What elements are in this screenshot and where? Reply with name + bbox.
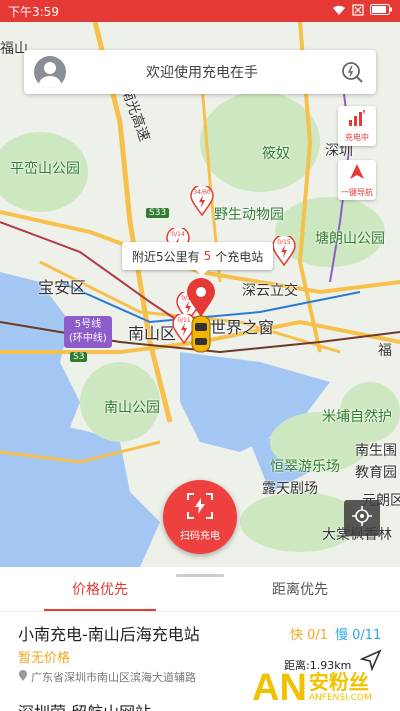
map-label: 南山区	[128, 324, 177, 343]
location-marker-icon	[18, 669, 28, 685]
map-label: 深云立交	[242, 283, 298, 299]
scan-charge-label: 扫码充电	[180, 530, 220, 542]
charging-station-pin[interactable]: 0/15	[272, 236, 296, 266]
sort-tabs: 价格优先 距离优先	[0, 575, 400, 611]
signal-bars-icon	[348, 109, 366, 130]
search-bar[interactable]: 欢迎使用充电在手	[24, 50, 376, 94]
tab-price-priority[interactable]: 价格优先	[0, 575, 200, 611]
watermark-logo: AN 安粉丝 ANFENSI.COM	[252, 664, 400, 711]
sim-off-icon	[352, 3, 364, 19]
watermark-an: AN	[252, 666, 307, 709]
status-time: 下午3:59	[8, 4, 59, 19]
tooltip-prefix: 附近5公里有	[132, 249, 200, 264]
locate-button[interactable]	[344, 500, 380, 536]
highway-badge: S3	[70, 352, 88, 362]
metro-line-number: 5号线	[74, 319, 102, 330]
station-address-text: 广东省深圳市南山区滨海大道辅路	[31, 671, 196, 684]
map-label: 教育园	[355, 465, 397, 481]
charging-status-button[interactable]: 充电中	[338, 106, 376, 146]
charging-station-pin[interactable]: 34/60	[190, 186, 214, 216]
search-placeholder[interactable]: 欢迎使用充电在手	[66, 62, 338, 82]
scan-search-icon[interactable]	[338, 58, 366, 86]
map-label: 平峦山公园	[10, 161, 80, 177]
battery-icon	[370, 4, 392, 18]
station-address: 广东省深圳市南山区滨海大道辅路	[18, 669, 196, 685]
status-bar: 下午3:59	[0, 0, 400, 22]
highway-badge: S33	[146, 208, 170, 218]
watermark-name: 安粉丝	[308, 670, 369, 694]
pin-label: 0/15	[277, 239, 291, 246]
nearby-stations-tooltip: 附近5公里有 5 个充电站	[122, 242, 274, 276]
scan-charge-button[interactable]: 扫码充电	[163, 480, 237, 554]
tooltip-count: 5	[203, 249, 212, 263]
map-label: 野生动物园	[214, 207, 284, 223]
map-label: 恒翠游乐场	[270, 459, 340, 475]
map-label: 露天剧场	[262, 481, 318, 497]
map-label: 塘朗山公园	[315, 231, 385, 247]
metro-line-badge: 5号线 (环中线)	[64, 316, 112, 348]
map-label: 南山公园	[104, 400, 160, 416]
wifi-icon	[332, 4, 346, 19]
fast-charger-count: 快 0/1	[290, 628, 329, 643]
divider	[0, 611, 400, 612]
tooltip-suffix: 个充电站	[215, 249, 264, 264]
station-name: 小南充电-南山后海充电站	[18, 625, 200, 644]
crosshair-icon	[352, 506, 372, 530]
charging-status-label: 充电中	[345, 132, 369, 142]
map-label: 宝安区	[38, 278, 87, 297]
slow-charger-count: 慢 0/11	[335, 628, 382, 643]
map-label: 福	[378, 343, 392, 359]
tab-distance-priority[interactable]: 距离优先	[200, 575, 400, 611]
map-label: 米埔自然护	[322, 409, 392, 425]
next-station-name[interactable]: 深圳萤·留航山网站	[18, 699, 151, 711]
map-label: 世界之窗	[210, 318, 275, 337]
pin-label: 0/14	[171, 231, 185, 238]
avatar[interactable]	[34, 56, 66, 88]
navigate-label: 一键导航	[341, 187, 373, 197]
watermark-url: ANFENSI.COM	[308, 693, 372, 703]
pin-label: 34/60	[193, 189, 211, 196]
scan-charge-icon	[187, 492, 213, 523]
map-label: 南生围	[355, 443, 397, 459]
navigate-button[interactable]: 一键导航	[338, 160, 376, 200]
station-price: 暂无价格	[18, 651, 71, 666]
metro-line-name: (环中线)	[69, 333, 107, 344]
navigation-arrow-icon	[348, 163, 366, 185]
map-label: 筱奴	[262, 146, 290, 162]
